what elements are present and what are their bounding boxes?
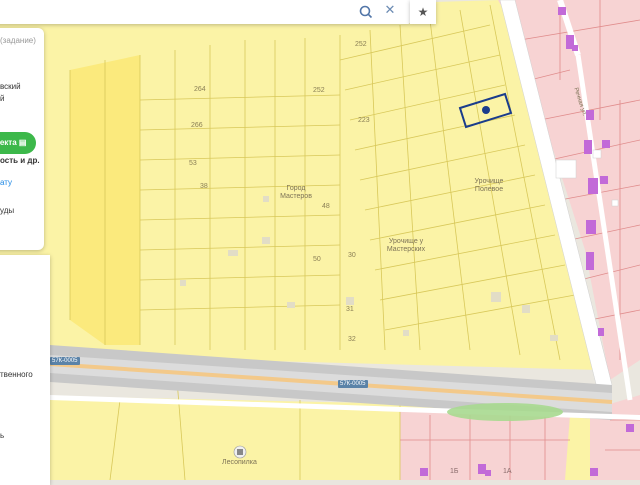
panel-line: твенного xyxy=(0,370,33,379)
panel-line: й xyxy=(0,94,5,103)
object-info-panel: (задание) вский й ъекта ▤ ость и др. ату… xyxy=(0,28,44,250)
object-button-label: ъекта xyxy=(0,138,17,147)
panel-link[interactable]: ату xyxy=(0,178,12,187)
close-icon[interactable]: ✕ xyxy=(382,2,398,18)
lower-panel: твенного ь xyxy=(0,255,50,485)
road-shield: 57К-0005 xyxy=(50,357,80,365)
search-icon[interactable] xyxy=(358,4,374,20)
plot-number: 266 xyxy=(191,122,203,129)
plot-number: 1Б xyxy=(450,468,459,475)
plot-number: 1А xyxy=(503,468,512,475)
document-icon: ▤ xyxy=(18,138,27,147)
search-bar[interactable]: ✕ xyxy=(0,0,410,24)
plot-number: 53 xyxy=(189,160,197,167)
plot-number: 264 xyxy=(194,86,206,93)
parcel-marker-icon xyxy=(482,106,490,114)
star-icon: ★ xyxy=(417,5,429,19)
panel-hint: (задание) xyxy=(0,36,36,45)
cadastral-map[interactable] xyxy=(0,0,640,480)
place-label-lesopilka: Лесопилка xyxy=(222,459,257,466)
panel-line: уды xyxy=(0,206,15,215)
panel-line: вский xyxy=(0,82,21,91)
plot-number: 38 xyxy=(200,183,208,190)
plot-number: 32 xyxy=(348,336,356,343)
plot-number: 30 xyxy=(348,252,356,259)
object-button[interactable]: ъекта ▤ xyxy=(0,132,36,154)
panel-line: ь xyxy=(0,431,5,440)
place-label-u-masterskikh: Урочище у Мастерских xyxy=(386,238,426,253)
plot-number: 252 xyxy=(355,41,367,48)
plot-number: 223 xyxy=(358,117,370,124)
plot-number: 31 xyxy=(346,306,354,313)
place-label-polevoe: Урочище Полевое xyxy=(474,178,504,193)
panel-line: ость и др. xyxy=(0,156,40,165)
road-shield: 57К-0005 xyxy=(338,380,368,388)
plot-number: 252 xyxy=(313,87,325,94)
favorite-star-button[interactable]: ★ xyxy=(410,0,436,24)
place-label-gorod-masterov: Город Мастеров xyxy=(280,185,312,200)
plot-number: 48 xyxy=(322,203,330,210)
plot-number: 50 xyxy=(313,256,321,263)
